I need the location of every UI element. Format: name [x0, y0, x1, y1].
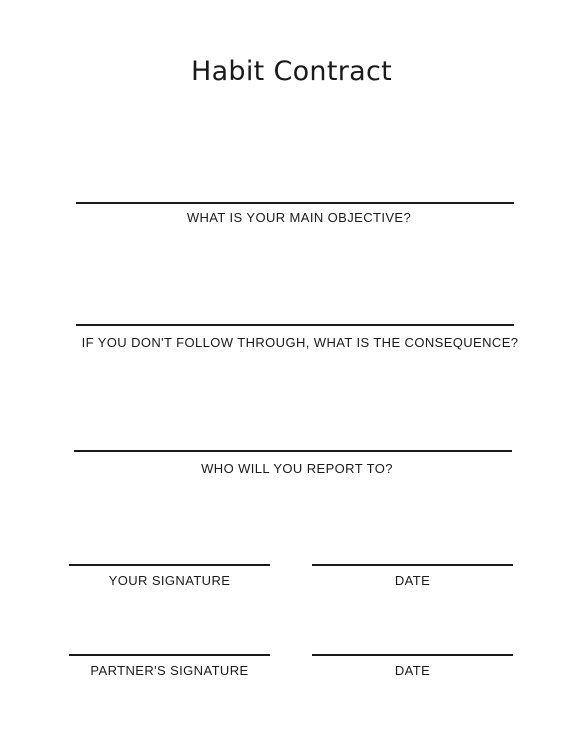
partner-date-line[interactable] — [312, 654, 513, 656]
your-signature-label: YOUR SIGNATURE — [108, 573, 231, 588]
objective-line[interactable] — [76, 202, 514, 204]
partner-date-label: DATE — [394, 663, 431, 678]
objective-label: WHAT IS YOUR MAIN OBJECTIVE? — [186, 210, 412, 225]
your-date-line[interactable] — [312, 564, 513, 566]
consequence-line[interactable] — [76, 324, 514, 326]
report-to-line[interactable] — [74, 450, 512, 452]
report-to-label: WHO WILL YOU REPORT TO? — [201, 461, 393, 476]
partner-signature-label: PARTNER'S SIGNATURE — [90, 663, 249, 678]
your-signature-line[interactable] — [69, 564, 270, 566]
partner-signature-line[interactable] — [69, 654, 270, 656]
your-date-label: DATE — [394, 573, 431, 588]
consequence-label: IF YOU DON'T FOLLOW THROUGH, WHAT IS THE… — [81, 335, 519, 350]
page-title: Habit Contract — [190, 56, 392, 87]
